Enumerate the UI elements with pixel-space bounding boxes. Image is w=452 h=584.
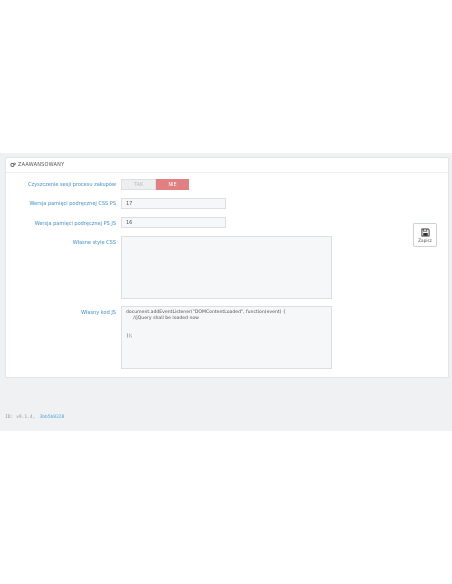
smart-cache-label: Czyszczenie sesji procesu zakupów	[28, 182, 116, 188]
custom-css-label: Własne style CSS	[72, 240, 116, 246]
advanced-settings-panel: ZAAWANSOWANY Czyszczenie sesji procesu z…	[5, 157, 449, 378]
save-button[interactable]: Zapisz	[413, 223, 437, 247]
floppy-icon	[420, 227, 430, 237]
custom-js-label: Własny kod JS	[81, 310, 116, 316]
custom-js-textarea[interactable]: document.addEventListener("DOMContentLoa…	[121, 306, 332, 369]
css-cache-input[interactable]: 17	[121, 198, 226, 209]
commit-link[interactable]: 3bb5b8328	[39, 415, 64, 423]
css-cache-label: Wersja pamięci podręcznej CSS PS	[29, 201, 116, 207]
version-text: ID: v9.1.4,	[5, 415, 36, 420]
save-button-label: Zapisz	[418, 237, 432, 243]
footer-version: ID: v9.1.4, 3bb5b8328	[5, 415, 447, 423]
custom-css-textarea[interactable]	[121, 236, 332, 299]
panel-title: ZAAWANSOWANY	[18, 162, 65, 168]
switch-option-no[interactable]: NIE	[156, 179, 189, 190]
js-cache-input[interactable]: 16	[121, 217, 226, 228]
gears-icon	[10, 162, 16, 167]
panel-heading: ZAAWANSOWANY	[6, 158, 448, 173]
switch-option-yes[interactable]: TAK	[121, 179, 156, 190]
smart-cache-switch[interactable]: TAK NIE	[121, 179, 189, 190]
js-cache-label: Wersja pamięci podręcznej PS JS	[34, 221, 116, 227]
